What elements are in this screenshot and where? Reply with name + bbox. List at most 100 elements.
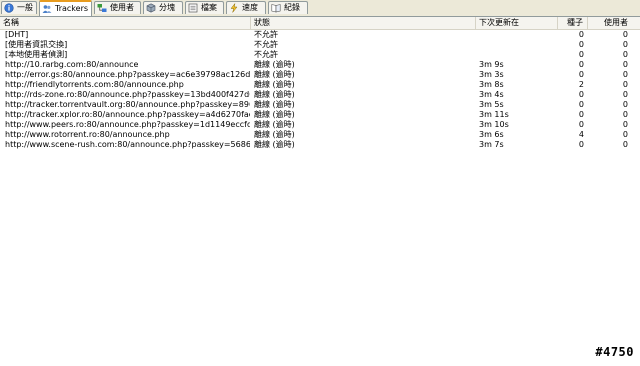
column-header-name[interactable]: 名稱: [0, 17, 251, 29]
tab-general-label: 一般: [17, 3, 33, 12]
tracker-peers: 0: [622, 100, 628, 109]
tracker-peers: 0: [622, 60, 628, 69]
tab-files-label: 檔案: [201, 3, 217, 12]
tracker-seeds: 0: [578, 40, 584, 49]
tracker-peers: 0: [622, 110, 628, 119]
log-icon: [271, 3, 281, 13]
tracker-row[interactable]: [DHT] 不允許 0 0: [0, 30, 640, 40]
tracker-status: 離線 (逾時): [254, 120, 295, 129]
tab-trackers-label: Trackers: [55, 4, 89, 13]
tab-log[interactable]: 紀錄: [268, 1, 308, 14]
tracker-next-update: 3m 11s: [479, 110, 509, 119]
tracker-peers: 0: [622, 80, 628, 89]
tracker-row[interactable]: http://error.gs:80/announce.php?passkey=…: [0, 70, 640, 80]
tracker-status: 離線 (逾時): [254, 90, 295, 99]
tracker-seeds: 0: [578, 110, 584, 119]
tracker-name: http://tracker.torrentvault.org:80/annou…: [5, 100, 250, 109]
tracker-next-update: 3m 3s: [479, 70, 504, 79]
tracker-peers: 0: [622, 70, 628, 79]
tracker-row[interactable]: http://www.scene-rush.com:80/announce.ph…: [0, 140, 640, 150]
tracker-name: http://www.scene-rush.com:80/announce.ph…: [5, 140, 250, 149]
tracker-status: 不允許: [254, 40, 278, 49]
tracker-seeds: 0: [578, 90, 584, 99]
watermark-label: #4750: [595, 345, 634, 359]
tracker-seeds: 0: [578, 100, 584, 109]
tracker-status: 不允許: [254, 50, 278, 59]
speed-icon: [229, 3, 239, 13]
files-icon: [188, 3, 198, 13]
tracker-row[interactable]: [本地使用者偵測] 不允許 0 0: [0, 50, 640, 60]
tracker-status: 離線 (逾時): [254, 80, 295, 89]
tab-general[interactable]: 一般: [1, 1, 37, 14]
tracker-next-update: 3m 10s: [479, 120, 509, 129]
tracker-next-update: [479, 40, 559, 50]
tracker-status: 離線 (逾時): [254, 100, 295, 109]
tracker-next-update: 3m 6s: [479, 130, 504, 139]
tracker-row[interactable]: http://tracker.xplor.ro:80/announce.php?…: [0, 110, 640, 120]
tracker-name: http://error.gs:80/announce.php?passkey=…: [5, 70, 250, 79]
tracker-list: [DHT] 不允許 0 0 [使用者資訊交換] 不允許 0 0 [本地使用者偵測…: [0, 30, 640, 150]
tab-pieces[interactable]: 分塊: [143, 1, 183, 14]
users-icon: [97, 3, 107, 13]
tracker-row[interactable]: [使用者資訊交換] 不允許 0 0: [0, 40, 640, 50]
tracker-seeds: 0: [578, 30, 584, 39]
tracker-seeds: 0: [578, 70, 584, 79]
tab-peers[interactable]: 使用者: [94, 1, 141, 14]
tab-peers-label: 使用者: [110, 3, 134, 12]
tab-speed-label: 速度: [242, 3, 258, 12]
column-header-peers[interactable]: 使用者: [588, 17, 632, 29]
tracker-next-update: 3m 4s: [479, 90, 504, 99]
tracker-list-header: 名稱 狀態 下次更新在 種子 使用者: [0, 17, 640, 30]
tracker-peers: 0: [622, 130, 628, 139]
tracker-status: 離線 (逾時): [254, 130, 295, 139]
tracker-peers: 0: [622, 90, 628, 99]
tracker-status: 離線 (逾時): [254, 110, 295, 119]
tracker-seeds: 0: [578, 50, 584, 59]
tracker-row[interactable]: http://www.rotorrent.ro:80/announce.php …: [0, 130, 640, 140]
tracker-peers: 0: [622, 50, 628, 59]
tracker-seeds: 4: [578, 130, 584, 139]
tracker-name: http://rds-zone.ro:80/announce.php?passk…: [5, 90, 250, 99]
tracker-row[interactable]: http://www.peers.ro:80/announce.php?pass…: [0, 120, 640, 130]
tab-pieces-label: 分塊: [159, 3, 175, 12]
tracker-name: http://www.rotorrent.ro:80/announce.php: [5, 130, 170, 139]
tracker-name: [使用者資訊交換]: [5, 40, 68, 49]
tracker-peers: 0: [622, 140, 628, 149]
tracker-name: [DHT]: [5, 30, 29, 39]
column-header-status[interactable]: 狀態: [251, 17, 476, 29]
tracker-next-update: [479, 30, 559, 40]
tracker-status: 離線 (逾時): [254, 140, 295, 149]
tab-trackers[interactable]: Trackers: [39, 0, 92, 16]
tracker-row[interactable]: http://friendlytorrents.com:80/announce.…: [0, 80, 640, 90]
tracker-name: http://friendlytorrents.com:80/announce.…: [5, 80, 184, 89]
tab-files[interactable]: 檔案: [185, 1, 224, 14]
tracker-row[interactable]: http://rds-zone.ro:80/announce.php?passk…: [0, 90, 640, 100]
column-header-next-update[interactable]: 下次更新在: [476, 17, 558, 29]
trackers-icon: [42, 4, 52, 14]
tracker-row[interactable]: http://tracker.torrentvault.org:80/annou…: [0, 100, 640, 110]
pieces-icon: [146, 3, 156, 13]
tracker-peers: 0: [622, 40, 628, 49]
tracker-peers: 0: [622, 120, 628, 129]
tracker-status: 不允許: [254, 30, 278, 39]
tab-bar: 一般 Trackers 使用者 分塊 檔案 速度 紀錄: [0, 0, 640, 17]
tracker-seeds: 0: [578, 120, 584, 129]
tracker-name: http://10.rarbg.com:80/announce: [5, 60, 139, 69]
tracker-peers: 0: [622, 30, 628, 39]
tracker-status: 離線 (逾時): [254, 70, 295, 79]
tracker-name: http://www.peers.ro:80/announce.php?pass…: [5, 120, 250, 129]
tracker-name: [本地使用者偵測]: [5, 50, 68, 59]
tracker-next-update: 3m 7s: [479, 140, 504, 149]
tracker-next-update: [479, 50, 559, 60]
tracker-row[interactable]: http://10.rarbg.com:80/announce 離線 (逾時) …: [0, 60, 640, 70]
tracker-name: http://tracker.xplor.ro:80/announce.php?…: [5, 110, 250, 119]
tab-speed[interactable]: 速度: [226, 1, 266, 14]
tracker-next-update: 3m 8s: [479, 80, 504, 89]
tracker-next-update: 3m 5s: [479, 100, 504, 109]
column-header-seeds[interactable]: 種子: [558, 17, 588, 29]
tracker-status: 離線 (逾時): [254, 60, 295, 69]
tracker-next-update: 3m 9s: [479, 60, 504, 69]
tab-log-label: 紀錄: [284, 3, 300, 12]
tracker-seeds: 0: [578, 140, 584, 149]
tracker-seeds: 0: [578, 60, 584, 69]
